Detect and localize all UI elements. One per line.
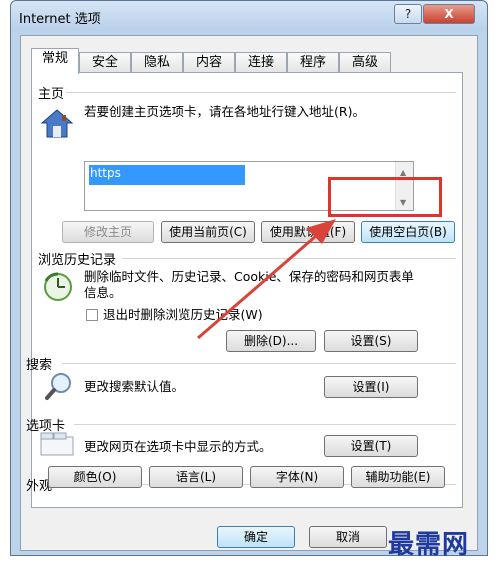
tab-general[interactable]: 常规: [31, 48, 79, 74]
watermark-logo: 最需网: [388, 530, 470, 560]
annotation-arrow: [197, 219, 336, 340]
